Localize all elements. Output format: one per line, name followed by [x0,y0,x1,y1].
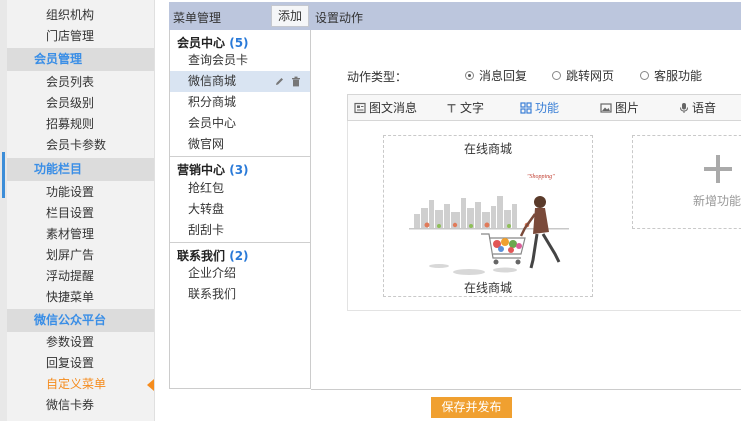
shopping-text-label: "Shopping" [527,174,555,180]
sidebar-section-wechat[interactable]: 微信公众平台 [7,309,154,332]
sidebar-section-function[interactable]: 功能栏目 [7,158,154,181]
sidebar-item-slide-ad[interactable]: 划屏广告 [7,245,154,266]
radio-message-reply-label[interactable]: 消息回复 [479,67,527,84]
sidebar-item-column-settings[interactable]: 栏目设置 [7,203,154,224]
settings-title: 设置动作 [315,11,364,25]
sidebar-item-org[interactable]: 组织机构 [7,5,154,26]
tab-voice-label: 语音 [692,101,717,115]
sidebar-item-card-params[interactable]: 会员卡参数 [7,135,154,156]
tab-text[interactable]: 文字 [446,99,484,116]
radio-jump-web[interactable] [552,71,561,80]
sidebar-item-custom-menu[interactable]: 自定义菜单 [7,374,154,395]
menu-item-wechat-mall[interactable]: 微信商城 [170,71,310,92]
tab-news[interactable]: 图文消息 [354,99,417,116]
menu-group-count: (2) [229,249,249,263]
function-card-online-mall[interactable]: 在线商城 "Shopping" 在线商城 [383,135,593,297]
shopping-illustration-image: "Shopping" [409,174,569,275]
menu-group-member[interactable]: 会员中心 (5) [177,34,249,51]
add-function-card[interactable]: 新增功能 [632,135,741,229]
sidebar-item-custom-menu-label: 自定义菜单 [46,377,107,391]
menu-item-red-packet[interactable]: 抢红包 [170,178,310,199]
text-t-icon [447,103,456,112]
tab-text-label: 文字 [460,101,485,115]
menu-item-wheel[interactable]: 大转盘 [170,199,310,220]
sidebar-collapse-strip[interactable] [0,0,7,421]
action-type-label: 动作类型： [347,70,408,84]
menu-item-scratch[interactable]: 刮刮卡 [170,220,310,241]
sidebar-item-params[interactable]: 参数设置 [7,332,154,353]
menu-list-panel: 会员中心 (5) 查询会员卡 微信商城 积分商城 会员中心 微官网 营销中心 (… [169,30,311,389]
menu-group-name: 联系我们 [177,249,226,263]
sidebar-item-float-reminder[interactable]: 浮动提醒 [7,266,154,287]
radio-service-label[interactable]: 客服功能 [654,67,702,84]
plus-icon [704,155,732,183]
menu-group-contact[interactable]: 联系我们 (2) [177,247,249,264]
sidebar-item-wechat-coupon[interactable]: 微信卡券 [7,395,154,416]
sidebar-item-member-list[interactable]: 会员列表 [7,72,154,93]
image-icon [600,102,612,113]
left-sidebar: 组织机构 门店管理 会员管理 会员列表 会员级别 招募规则 会员卡参数 功能栏目… [0,0,155,421]
save-and-publish-button[interactable]: 保存并发布 [431,397,512,418]
sidebar-item-material[interactable]: 素材管理 [7,224,154,245]
header-bar: 菜单管理 添加 设置动作 [169,2,741,30]
card-top-title: 在线商城 [463,142,512,156]
menu-item-label: 微信商城 [188,74,237,88]
microphone-icon [680,102,688,113]
active-arrow-icon [147,379,154,391]
radio-jump-web-label[interactable]: 跳转网页 [566,67,614,84]
news-icon [354,102,366,113]
tab-image-label: 图片 [615,101,640,115]
delete-trash-icon[interactable] [291,76,301,87]
menu-item-points-mall[interactable]: 积分商城 [170,92,310,113]
add-function-label: 新增功能 [693,194,741,208]
menu-group-count: (3) [229,163,249,177]
menu-group-divider [170,156,310,157]
sidebar-item-member-level[interactable]: 会员级别 [7,93,154,114]
sidebar-item-function-settings[interactable]: 功能设置 [7,182,154,203]
message-type-tabs: 图文消息 文字 功能 图片 语音 [347,94,741,121]
sidebar-item-reply-settings[interactable]: 回复设置 [7,353,154,374]
sidebar-item-store[interactable]: 门店管理 [7,26,154,47]
menu-group-divider [170,242,310,243]
card-bottom-title: 在线商城 [463,281,512,295]
menu-group-marketing[interactable]: 营销中心 (3) [177,161,249,178]
radio-message-reply[interactable] [465,71,474,80]
menu-item-contact-us[interactable]: 联系我们 [170,284,310,305]
menu-group-name: 会员中心 [177,36,226,50]
sidebar-item-recruit-rules[interactable]: 招募规则 [7,114,154,135]
tab-voice[interactable]: 语音 [679,99,716,116]
menu-item-micro-site[interactable]: 微官网 [170,134,310,155]
tab-news-label: 图文消息 [369,101,418,115]
tab-function-label: 功能 [535,101,560,115]
add-menu-button[interactable]: 添加 [271,5,309,27]
edit-pencil-icon[interactable] [274,76,285,87]
function-grid-icon [520,101,532,114]
radio-service[interactable] [640,71,649,80]
menu-item-member-center[interactable]: 会员中心 [170,113,310,134]
sidebar-item-quick-menu[interactable]: 快捷菜单 [7,287,154,308]
menu-group-name: 营销中心 [177,163,226,177]
menu-item-query-card[interactable]: 查询会员卡 [170,50,310,71]
menu-group-count: (5) [229,36,249,50]
sidebar-section-member[interactable]: 会员管理 [7,48,154,71]
tab-function[interactable]: 功能 [520,99,559,116]
sidebar-collapse-handle[interactable] [2,152,5,198]
menu-manage-title: 菜单管理 [173,11,222,25]
menu-item-company-intro[interactable]: 企业介绍 [170,263,310,284]
tab-image[interactable]: 图片 [600,99,639,116]
